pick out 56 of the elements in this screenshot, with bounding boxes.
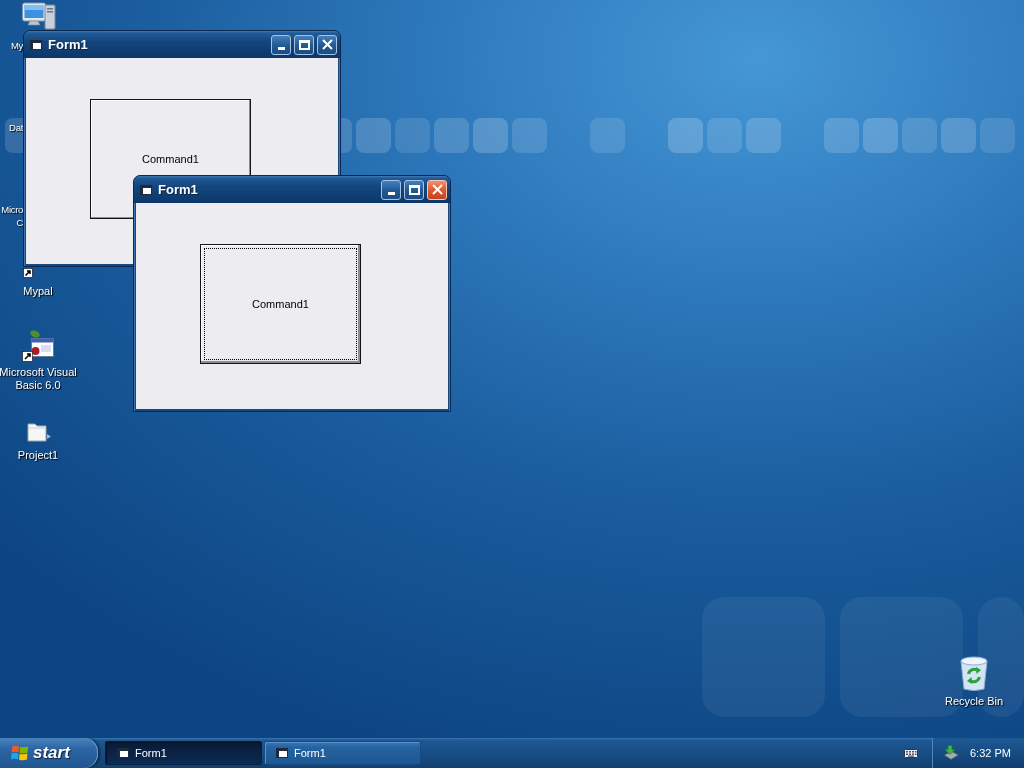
maximize-icon [298,39,310,50]
taskbar-button[interactable]: Form1 [264,741,421,765]
maximize-icon [408,184,420,195]
wallpaper-tile [395,118,430,153]
window-icon [276,748,288,758]
window-icon [30,39,42,50]
minimize-button[interactable] [271,34,291,55]
icon-label[interactable]: Dat [9,121,23,134]
window-icon [117,748,129,758]
icon-label[interactable]: My [10,39,23,52]
start-button[interactable]: start [0,738,98,768]
icon-label[interactable]: Micro C [1,203,23,229]
window-icon [140,184,152,195]
icon-label[interactable]: Microsoft Visual Basic 6.0 [0,366,77,392]
wallpaper-tile [746,118,781,153]
wallpaper-tile [668,118,703,153]
maximize-button[interactable] [404,179,424,200]
program-shortcut-icon[interactable] [22,330,56,362]
icon-label[interactable]: Project1 [17,449,59,462]
close-icon [431,184,443,195]
maximize-button[interactable] [294,34,314,55]
close-button[interactable] [427,179,447,200]
window-title-bar[interactable]: Form1 [24,31,340,58]
minimize-button[interactable] [381,179,401,200]
device-arrow-icon[interactable] [943,745,959,761]
wallpaper-tile [980,118,1015,153]
window-title: Form1 [158,182,198,197]
window-title: Form1 [48,37,88,52]
wallpaper-tile [434,118,469,153]
wallpaper-tile [473,118,508,153]
wallpaper-tile [356,118,391,153]
wallpaper-tile [590,118,625,153]
window-title-bar[interactable]: Form1 [134,176,450,203]
keyboard-icon[interactable] [904,748,918,758]
shortcut-arrow-icon[interactable] [23,268,33,278]
close-button[interactable] [317,34,337,55]
wallpaper-tile [863,118,898,153]
close-icon [321,39,333,50]
wallpaper-tile [512,118,547,153]
wallpaper-tile [902,118,937,153]
clock[interactable]: 6:32 PM [970,747,1011,759]
wallpaper-tile [5,118,23,153]
wallpaper-tile [707,118,742,153]
flag-icon [11,745,29,761]
computer-icon[interactable] [22,2,56,30]
wallpaper-tile [941,118,976,153]
minimize-icon [387,191,395,195]
icon-label[interactable]: Mypal [23,285,53,298]
wallpaper-tile [341,118,352,153]
folder-icon[interactable] [27,420,51,442]
icon-label[interactable]: Recycle Bin [944,695,1004,708]
command-button[interactable]: Command1 [200,244,361,364]
taskbar-button[interactable]: Form1 [105,741,262,765]
wallpaper-tile [824,118,859,153]
minimize-icon [277,46,285,50]
recycle-bin-icon[interactable] [958,656,990,692]
